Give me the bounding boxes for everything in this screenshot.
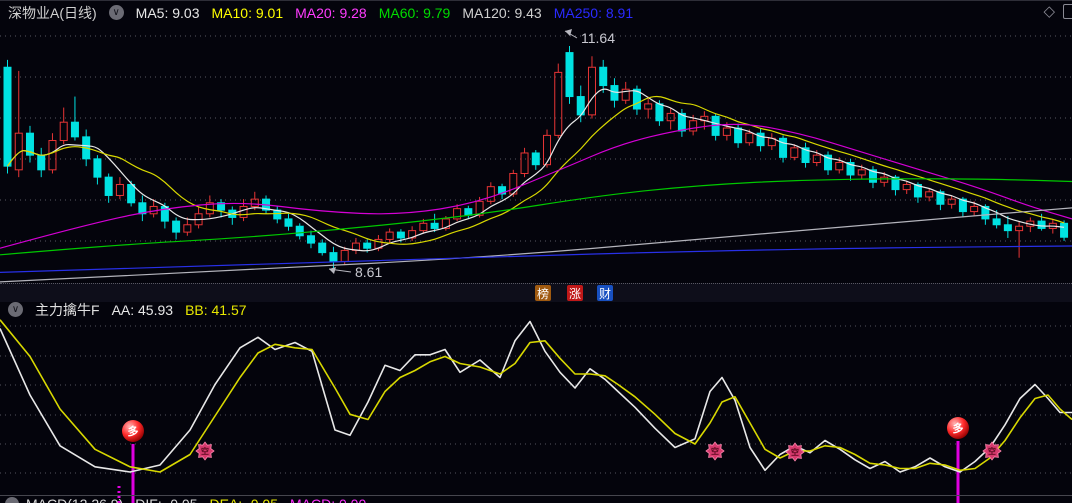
- panel-divider-bar: 榜 涨 财: [0, 283, 1072, 302]
- diamond-tool-icon[interactable]: ◇: [1043, 4, 1055, 19]
- ma-label: MA10: 9.01: [211, 4, 284, 21]
- svg-text:11.64: 11.64: [581, 30, 615, 46]
- collapse-chevron-icon[interactable]: ∨: [108, 5, 124, 20]
- ma-label: MA20: 9.28: [295, 4, 367, 21]
- svg-text:多: 多: [953, 421, 964, 435]
- svg-text:空: 空: [988, 446, 996, 456]
- svg-text:空: 空: [711, 446, 719, 456]
- ma-label: MA5: 9.03: [135, 4, 200, 21]
- signal-marker-short: 空: [705, 441, 725, 461]
- signal-marker-short: 空: [195, 441, 215, 461]
- main-chart-header: 深物业A(日线) ∨ MA5: 9.03 MA10: 9.01 MA20: 9.…: [0, 0, 1072, 24]
- signal-marker-long: 多: [947, 417, 969, 439]
- main-candlestick-chart[interactable]: 11.64 8.61: [0, 0, 1072, 283]
- badge-cai[interactable]: 财: [597, 285, 613, 301]
- indicator-value: AA: 45.93: [111, 301, 174, 318]
- ma-label: MA60: 9.79: [378, 4, 451, 21]
- window-tools: ◇: [1043, 4, 1072, 19]
- signal-marker-short: 空: [982, 441, 1002, 461]
- svg-text:空: 空: [201, 446, 209, 456]
- badge-zhang[interactable]: 涨: [567, 285, 583, 301]
- symbol-title: 深物业A(日线): [8, 4, 97, 21]
- indicator-value: BB: 41.57: [185, 301, 247, 318]
- stock-app: 11.64 8.61 深物业A(日线) ∨ MA5: 9.03 MA10: 9.0…: [0, 0, 1072, 503]
- ma-label: MA120: 9.43: [462, 4, 542, 21]
- window-restore-icon[interactable]: [1063, 4, 1072, 19]
- macd-param-label: MACD(12,26,9): [26, 497, 123, 503]
- badge-bang[interactable]: 榜: [535, 285, 551, 301]
- svg-text:空: 空: [791, 447, 799, 457]
- macd-dif-value: DIF: -0.05: [135, 497, 197, 503]
- macd-dea-value: DEA: -0.05: [210, 497, 278, 503]
- indicator-title: 主力擒牛F: [35, 301, 100, 318]
- indicator-chart[interactable]: 多空 空 空 多空: [0, 301, 1072, 503]
- macd-value: MACD: 0.00: [290, 497, 366, 503]
- collapse-chevron-icon[interactable]: ∨: [8, 302, 23, 317]
- signal-marker-long: 多: [122, 420, 144, 442]
- indicator-header: ∨ 主力擒牛F AA: 45.93 BB: 41.57: [0, 301, 1072, 318]
- macd-panel-clipped: MACD(12,26,9) DIF: -0.05 DEA: -0.05 MACD…: [0, 496, 1072, 503]
- signal-marker-short: 空: [785, 442, 805, 462]
- svg-text:多: 多: [128, 424, 139, 438]
- svg-text:8.61: 8.61: [355, 264, 382, 280]
- ma-label: MA250: 8.91: [553, 4, 634, 21]
